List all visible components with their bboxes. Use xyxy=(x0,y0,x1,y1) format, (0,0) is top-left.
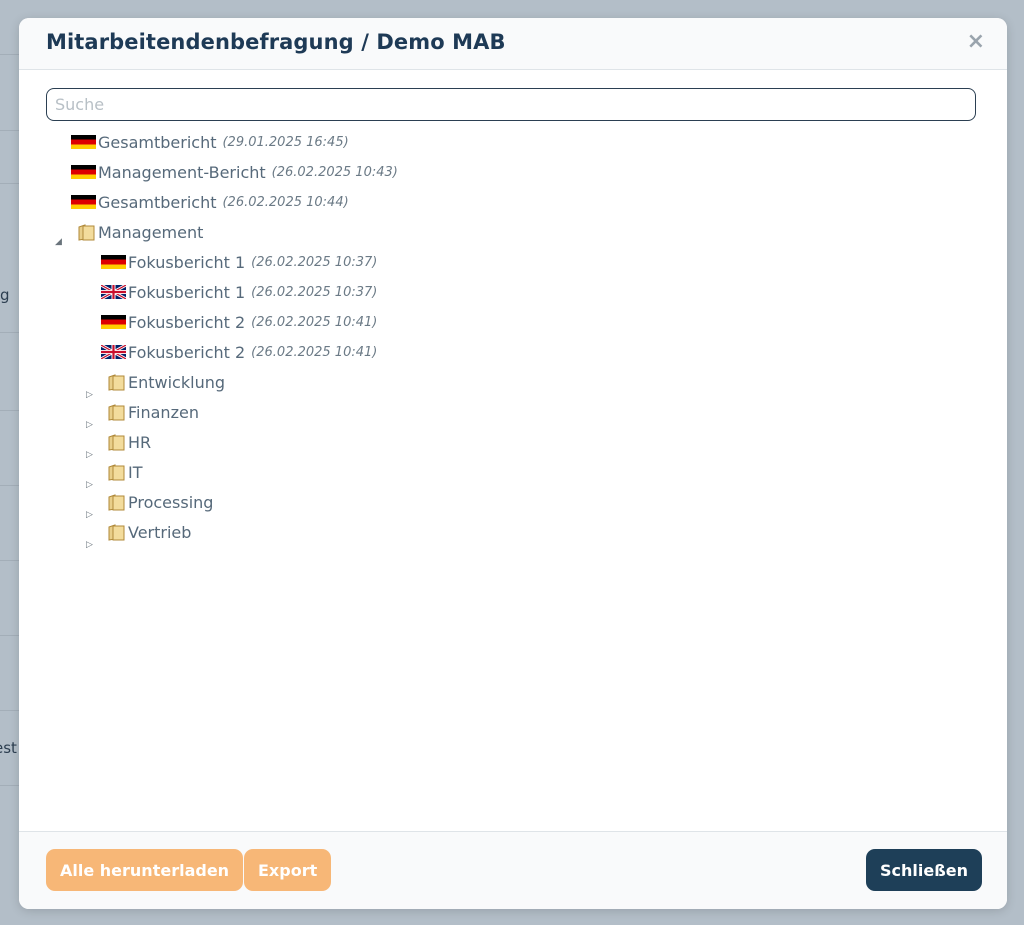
tree-item-report[interactable]: Fokusbericht 1 (26.02.2025 10:37) xyxy=(101,278,377,306)
tree-folder[interactable]: Entwicklung xyxy=(107,368,225,396)
tree-folder-management[interactable]: Management xyxy=(77,218,203,246)
folder-icon xyxy=(108,494,125,511)
folder-icon xyxy=(78,224,95,241)
tree-folder[interactable]: Vertrieb xyxy=(107,518,191,546)
tree-item-report[interactable]: Fokusbericht 2 (26.02.2025 10:41) xyxy=(101,308,377,336)
folder-icon xyxy=(108,524,125,541)
dialog-header: Mitarbeitendenbefragung / Demo MAB × xyxy=(19,18,1007,70)
close-icon[interactable]: × xyxy=(967,30,985,54)
triangle-right-icon[interactable]: ▷ xyxy=(86,540,96,550)
tree-folder[interactable]: HR xyxy=(107,428,151,456)
download-all-button[interactable]: Alle herunterladen xyxy=(46,849,244,891)
tree-item-report[interactable]: Gesamtbericht (29.01.2025 16:45) xyxy=(71,128,349,156)
background-text-fragment: est xyxy=(0,739,17,757)
dialog-footer: Alle herunterladen Export Schließen xyxy=(19,831,1007,909)
triangle-right-icon[interactable]: ▷ xyxy=(86,420,96,430)
triangle-down-icon[interactable]: ◢ xyxy=(55,237,65,247)
search-input[interactable] xyxy=(46,88,976,121)
export-button[interactable]: Export xyxy=(244,849,332,891)
german-flag-icon xyxy=(101,315,126,329)
folder-icon xyxy=(108,374,125,391)
tree-folder[interactable]: Processing xyxy=(107,488,213,516)
tree-folder[interactable]: Finanzen xyxy=(107,398,199,426)
german-flag-icon xyxy=(101,255,126,269)
folder-icon xyxy=(108,464,125,481)
dialog-title: Mitarbeitendenbefragung / Demo MAB xyxy=(46,30,506,54)
close-button[interactable]: Schließen xyxy=(866,849,982,891)
tree-folder[interactable]: IT xyxy=(107,458,143,486)
tree-item-report[interactable]: Fokusbericht 2 (26.02.2025 10:41) xyxy=(101,338,377,366)
triangle-right-icon[interactable]: ▷ xyxy=(86,510,96,520)
triangle-right-icon[interactable]: ▷ xyxy=(86,450,96,460)
triangle-right-icon[interactable]: ▷ xyxy=(86,390,96,400)
tree-item-report[interactable]: Fokusbericht 1 (26.02.2025 10:37) xyxy=(101,248,377,276)
tree-item-report[interactable]: Gesamtbericht (26.02.2025 10:44) xyxy=(71,188,349,216)
german-flag-icon xyxy=(71,195,96,209)
triangle-right-icon[interactable]: ▷ xyxy=(86,480,96,490)
tree-item-report[interactable]: Management-Bericht (26.02.2025 10:43) xyxy=(71,158,398,186)
background-text-fragment: g xyxy=(0,286,10,304)
folder-icon xyxy=(108,434,125,451)
uk-flag-icon xyxy=(101,285,126,299)
folder-icon xyxy=(108,404,125,421)
report-dialog: Mitarbeitendenbefragung / Demo MAB × Ges… xyxy=(19,18,1007,909)
german-flag-icon xyxy=(71,165,96,179)
german-flag-icon xyxy=(71,135,96,149)
uk-flag-icon xyxy=(101,345,126,359)
